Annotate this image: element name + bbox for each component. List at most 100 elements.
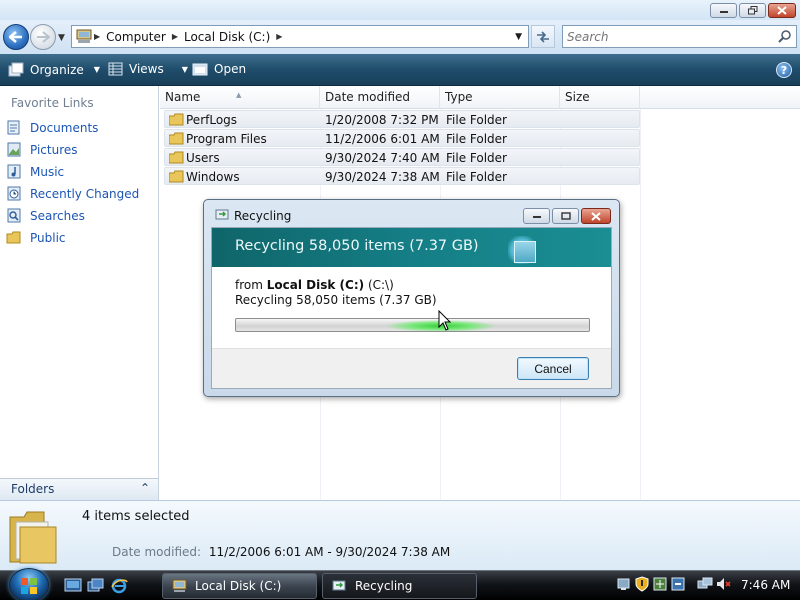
search-input[interactable] bbox=[563, 26, 763, 47]
folder-stack-icon bbox=[9, 511, 57, 564]
favorite-link-music[interactable]: Music bbox=[6, 164, 64, 179]
taskbar: Local Disk (C:) Recycling 7:46 AM bbox=[0, 568, 800, 600]
minimize-button[interactable] bbox=[710, 3, 737, 18]
favorite-link-label: Music bbox=[30, 164, 65, 179]
open-button[interactable]: Open bbox=[192, 62, 246, 76]
forward-button[interactable] bbox=[30, 24, 56, 50]
file-type: File Folder bbox=[446, 151, 507, 165]
pictures-icon bbox=[7, 142, 21, 157]
file-row[interactable]: Program Files 11/2/2006 6:01 AM File Fol… bbox=[164, 129, 640, 147]
file-row[interactable]: PerfLogs 1/20/2008 7:32 PM File Folder bbox=[164, 110, 640, 128]
open-icon bbox=[192, 63, 208, 75]
dialog-maximize-button[interactable] bbox=[552, 208, 579, 224]
search-icon[interactable] bbox=[777, 29, 792, 44]
help-button[interactable]: ? bbox=[776, 62, 792, 78]
dialog-close-button[interactable] bbox=[581, 208, 611, 224]
documents-icon bbox=[7, 120, 20, 135]
start-button[interactable] bbox=[9, 568, 49, 600]
show-desktop-icon[interactable] bbox=[64, 577, 82, 594]
folders-bar[interactable]: Folders ⌃ bbox=[0, 478, 159, 500]
recent-pages-dropdown-icon[interactable]: ▼ bbox=[58, 33, 65, 43]
column-headers: Name ▲ Date modified Type Size bbox=[160, 86, 800, 109]
internet-explorer-icon[interactable] bbox=[110, 577, 128, 594]
folder-icon bbox=[169, 113, 184, 126]
chevron-up-icon[interactable]: ⌃ bbox=[140, 481, 150, 495]
taskbar-button-label: Recycling bbox=[355, 579, 413, 593]
music-icon bbox=[7, 164, 21, 179]
breadcrumb-separator-icon[interactable]: ▶ bbox=[94, 32, 100, 41]
breadcrumb-computer[interactable]: Computer bbox=[106, 30, 166, 44]
network-connection-icon[interactable] bbox=[697, 576, 713, 592]
security-shield-icon[interactable] bbox=[634, 576, 650, 592]
mouse-cursor-icon bbox=[438, 310, 452, 331]
switch-windows-icon[interactable] bbox=[87, 577, 105, 594]
search-box[interactable] bbox=[562, 25, 797, 48]
banner-text: Recycling 58,050 items (7.37 GB) bbox=[235, 238, 479, 254]
breadcrumb-separator-icon[interactable]: ▶ bbox=[276, 32, 282, 41]
favorite-link-searches[interactable]: Searches bbox=[6, 208, 85, 223]
minimize-icon bbox=[719, 10, 728, 13]
column-header-name[interactable]: Name ▲ bbox=[160, 86, 320, 109]
file-date: 1/20/2008 7:32 PM bbox=[325, 113, 439, 127]
cancel-button[interactable]: Cancel bbox=[517, 357, 589, 380]
back-button[interactable] bbox=[3, 24, 29, 50]
sync-tray-icon[interactable] bbox=[670, 576, 686, 592]
window-title-bar bbox=[0, 0, 800, 20]
refresh-button[interactable] bbox=[531, 25, 555, 48]
restore-button[interactable] bbox=[739, 3, 766, 18]
dialog-body: Recycling 58,050 items (7.37 GB) from Lo… bbox=[211, 227, 612, 389]
system-clock[interactable]: 7:46 AM bbox=[741, 578, 790, 592]
folders-label: Folders bbox=[11, 482, 55, 496]
taskbar-button-local-disk[interactable]: Local Disk (C:) bbox=[162, 573, 317, 599]
volume-muted-icon[interactable] bbox=[715, 576, 731, 592]
favorite-link-label: Searches bbox=[30, 208, 85, 223]
file-name: Program Files bbox=[186, 132, 267, 146]
progress-bar bbox=[235, 318, 590, 332]
favorite-link-public[interactable]: Public bbox=[6, 230, 66, 245]
source-line: from Local Disk (C:) (C:\) bbox=[235, 278, 394, 292]
favorite-link-label: Public bbox=[30, 230, 66, 245]
navigation-pane: Favorite Links Documents Pictures Music … bbox=[0, 86, 159, 500]
organize-icon bbox=[8, 62, 24, 77]
close-icon bbox=[591, 211, 601, 221]
favorite-link-documents[interactable]: Documents bbox=[6, 120, 98, 135]
address-bar[interactable]: ▶ Computer ▶ Local Disk (C:) ▶ ▼ bbox=[71, 25, 529, 48]
windows-defender-icon[interactable] bbox=[652, 576, 668, 592]
column-header-type[interactable]: Type bbox=[440, 86, 560, 109]
breadcrumb-local-disk[interactable]: Local Disk (C:) bbox=[184, 30, 270, 44]
folder-icon bbox=[169, 170, 184, 183]
views-icon bbox=[108, 62, 123, 76]
close-button[interactable] bbox=[768, 3, 796, 18]
column-divider bbox=[640, 109, 641, 500]
taskbar-button-recycling[interactable]: Recycling bbox=[322, 573, 477, 599]
recycling-dialog: Recycling Recycling 58,050 items (7.37 G… bbox=[203, 199, 620, 397]
favorite-link-pictures[interactable]: Pictures bbox=[6, 142, 78, 157]
recently-changed-icon bbox=[7, 186, 21, 201]
source-drive: Local Disk (C:) bbox=[266, 278, 365, 292]
column-header-size[interactable]: Size bbox=[560, 86, 640, 109]
column-header-label: Name bbox=[165, 90, 201, 104]
organize-button[interactable]: Organize ▼ bbox=[8, 62, 100, 77]
help-icon: ? bbox=[780, 63, 788, 77]
favorite-link-recently-changed[interactable]: Recently Changed bbox=[6, 186, 139, 201]
dialog-minimize-button[interactable] bbox=[523, 208, 550, 224]
favorite-link-label: Documents bbox=[30, 120, 99, 135]
status-text: Recycling 58,050 items (7.37 GB) bbox=[235, 293, 437, 307]
address-dropdown-icon[interactable]: ▼ bbox=[515, 32, 522, 42]
date-modified-label: Date modified: bbox=[112, 545, 202, 559]
column-header-date-modified[interactable]: Date modified bbox=[320, 86, 440, 109]
file-type: File Folder bbox=[446, 113, 507, 127]
network-tray-icon[interactable] bbox=[616, 576, 632, 592]
views-button[interactable]: Views ▼ bbox=[108, 62, 188, 76]
column-header-label: Date modified bbox=[325, 90, 411, 104]
folder-icon bbox=[169, 151, 184, 164]
file-type: File Folder bbox=[446, 170, 507, 184]
file-name: Windows bbox=[186, 170, 240, 184]
file-row[interactable]: Users 9/30/2024 7:40 AM File Folder bbox=[164, 148, 640, 166]
file-row[interactable]: Windows 9/30/2024 7:38 AM File Folder bbox=[164, 167, 640, 185]
column-header-label: Size bbox=[565, 90, 590, 104]
file-date: 9/30/2024 7:40 AM bbox=[325, 151, 440, 165]
maximize-icon bbox=[560, 212, 571, 220]
breadcrumb-separator-icon[interactable]: ▶ bbox=[172, 32, 178, 41]
sort-ascending-icon: ▲ bbox=[236, 91, 242, 99]
